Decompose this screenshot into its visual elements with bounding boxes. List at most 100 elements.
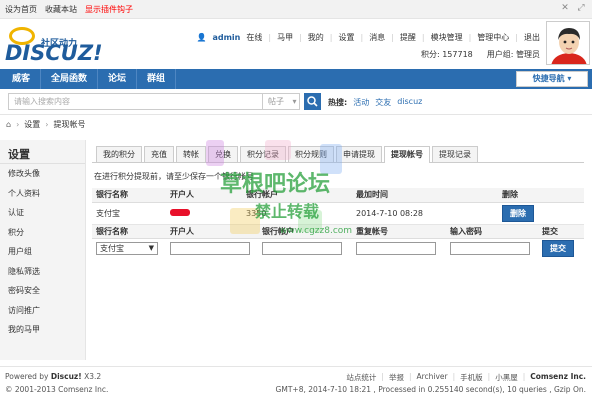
logo-brand: DISCUZ! <box>5 41 103 65</box>
search-input[interactable]: 请输入搜索内容 <box>8 93 263 110</box>
debug-info: GMT+8, 2014-7-10 18:21 , Processed in 0.… <box>275 385 586 394</box>
footer-link[interactable]: 手机版 <box>460 372 483 383</box>
user-menu-item[interactable]: 模块管理 <box>431 32 463 43</box>
footer-link[interactable]: Archiver <box>416 372 447 383</box>
account-input[interactable] <box>262 242 342 256</box>
column-header: 删除 <box>498 188 584 203</box>
sidebar-item[interactable]: 认证 <box>0 203 85 223</box>
nav-item[interactable]: 论坛 <box>98 69 138 89</box>
nav-item[interactable]: 全局函数 <box>41 69 99 89</box>
footer-link[interactable]: 小黑屋 <box>495 372 518 383</box>
set-home-link[interactable]: 设为首页 <box>5 4 37 15</box>
redacted-mark <box>170 208 190 216</box>
footer-link[interactable]: 站点统计 <box>346 372 376 383</box>
user-bar: 👤 admin 在线 | 马甲 | 我的 | 设置 | 消息 | 提醒 | 模块… <box>196 32 541 43</box>
powered-label: Powered by <box>5 372 49 381</box>
sidebar-item[interactable]: 用户组 <box>0 242 85 262</box>
home-icon[interactable]: ⌂ <box>6 120 11 129</box>
quick-nav-button[interactable]: 快捷导航 ▾ <box>516 71 588 87</box>
column-header: 银行帐户 <box>258 224 352 239</box>
avatar[interactable] <box>546 21 590 65</box>
sidebar-item[interactable]: 访问推广 <box>0 301 85 321</box>
header: 社区动力 DISCUZ! 👤 admin 在线 | 马甲 | 我的 | 设置 |… <box>0 19 592 69</box>
sidebar-item[interactable]: 隐私筛选 <box>0 262 85 282</box>
chevron-down-icon: ▼ <box>148 244 154 253</box>
hot-keyword[interactable]: 活动 <box>353 97 369 108</box>
tab-apply-withdraw[interactable]: 申请提现 <box>336 146 382 162</box>
user-menu-item[interactable]: 马甲 <box>277 32 293 43</box>
sidebar-item[interactable]: 密码安全 <box>0 281 85 301</box>
repeat-account-input[interactable] <box>356 242 436 256</box>
tab-withdraw-log[interactable]: 提现记录 <box>432 146 478 162</box>
avatar-image <box>547 22 589 64</box>
user-menu-item[interactable]: 退出 <box>524 32 540 43</box>
user-menu-item[interactable]: 消息 <box>369 32 385 43</box>
username-link[interactable]: admin <box>212 33 240 42</box>
breadcrumb-settings[interactable]: 设置 <box>24 119 40 130</box>
bookmark-link[interactable]: 收藏本站 <box>45 4 77 15</box>
footer-link[interactable]: 举报 <box>389 372 404 383</box>
sidebar-item[interactable]: 个人资料 <box>0 184 85 204</box>
sidebar-title: 设置 <box>0 140 85 164</box>
hot-search: 热搜: 活动 交友 discuz <box>328 97 422 108</box>
logo[interactable]: 社区动力 DISCUZ! <box>3 23 113 65</box>
password-input[interactable] <box>450 242 530 256</box>
user-menu-item[interactable]: 提醒 <box>400 32 416 43</box>
delete-button[interactable]: 删除 <box>502 204 534 222</box>
usergroup-link[interactable]: 用户组: 管理员 <box>487 49 540 60</box>
table-row: 支付宝 3350 2014-7-10 08:28 删除 <box>92 202 584 225</box>
bank-select[interactable]: 支付宝 ▼ <box>96 242 158 256</box>
column-header: 银行名称 <box>92 224 166 239</box>
tab-credit-rules[interactable]: 积分规则 <box>288 146 334 162</box>
sidebar-item[interactable]: 我的马甲 <box>0 320 85 340</box>
nav-item[interactable]: 威客 <box>2 69 42 89</box>
column-header: 开户人 <box>166 188 242 203</box>
tab-exchange[interactable]: 兑换 <box>208 146 238 162</box>
powered-by: Powered by Discuz! X3.2 <box>5 372 101 381</box>
main-content: 我的积分 充值 转帐 兑换 积分记录 积分规则 申请提现 提现帐号 提现记录 在… <box>92 146 584 259</box>
search-bar: 请输入搜索内容 帖子 ▾ 热搜: 活动 交友 discuz <box>0 89 592 115</box>
show-hooks-link[interactable]: 显示插件钩子 <box>85 4 133 15</box>
time-cell: 2014-7-10 08:28 <box>352 202 498 225</box>
tab-withdraw-account[interactable]: 提现帐号 <box>384 146 430 163</box>
product-link[interactable]: Discuz! <box>51 372 82 381</box>
points-link[interactable]: 积分: 157718 <box>421 49 473 60</box>
add-account-form: 银行名称 开户人 银行帐户 重复帐号 输入密码 提交 支付宝 ▼ 提交 <box>92 224 584 259</box>
column-header: 提交 <box>538 224 584 239</box>
holder-input[interactable] <box>170 242 250 256</box>
company-link[interactable]: Comsenz Inc. <box>530 372 586 383</box>
search-type-select[interactable]: 帖子 ▾ <box>262 93 300 110</box>
user-icon: 👤 <box>196 33 207 42</box>
footer: Powered by Discuz! X3.2 © 2001-2013 Coms… <box>0 366 592 400</box>
sidebar: 设置 修改头像 个人资料 认证 积分 用户组 隐私筛选 密码安全 访问推广 我的… <box>0 140 86 360</box>
column-header: 银行帐户 <box>242 188 352 203</box>
column-header: 开户人 <box>166 224 258 239</box>
expand-icon[interactable]: ⤢ <box>576 3 586 13</box>
account-cell: 3350 <box>242 202 352 225</box>
quick-nav-label: 快捷导航 <box>532 74 565 83</box>
online-status[interactable]: 在线 <box>246 32 262 43</box>
top-toolbar: 设为首页 收藏本站 显示插件钩子 ✕ ⤢ <box>0 0 592 19</box>
sidebar-item[interactable]: 积分 <box>0 223 85 243</box>
credit-tabs: 我的积分 充值 转帐 兑换 积分记录 积分规则 申请提现 提现帐号 提现记录 <box>92 146 584 163</box>
tab-recharge[interactable]: 充值 <box>144 146 174 162</box>
version-text: X3.2 <box>84 372 102 381</box>
hot-keyword[interactable]: 交友 <box>375 97 391 108</box>
sidebar-item[interactable]: 修改头像 <box>0 164 85 184</box>
form-row: 支付宝 ▼ 提交 <box>92 239 584 259</box>
footer-links: 站点统计 | 举报 | Archiver | 手机版 | 小黑屋 | Comsenz In… <box>346 372 586 383</box>
main-nav: 威客 全局函数 论坛 群组 快捷导航 ▾ <box>0 69 592 89</box>
search-button[interactable] <box>304 93 321 110</box>
hot-keyword[interactable]: discuz <box>397 97 422 108</box>
nav-item[interactable]: 群组 <box>137 69 177 89</box>
user-menu-item[interactable]: 我的 <box>308 32 324 43</box>
tab-transfer[interactable]: 转帐 <box>176 146 206 162</box>
copyright: © 2001-2013 Comsenz Inc. <box>5 385 109 394</box>
tab-my-credits[interactable]: 我的积分 <box>96 146 142 162</box>
user-menu-item[interactable]: 设置 <box>338 32 354 43</box>
user-menu-item[interactable]: 管理中心 <box>477 32 509 43</box>
bank-cell: 支付宝 <box>92 202 166 225</box>
close-icon[interactable]: ✕ <box>560 3 570 13</box>
tab-credit-log[interactable]: 积分记录 <box>240 146 286 162</box>
submit-button[interactable]: 提交 <box>542 240 574 258</box>
